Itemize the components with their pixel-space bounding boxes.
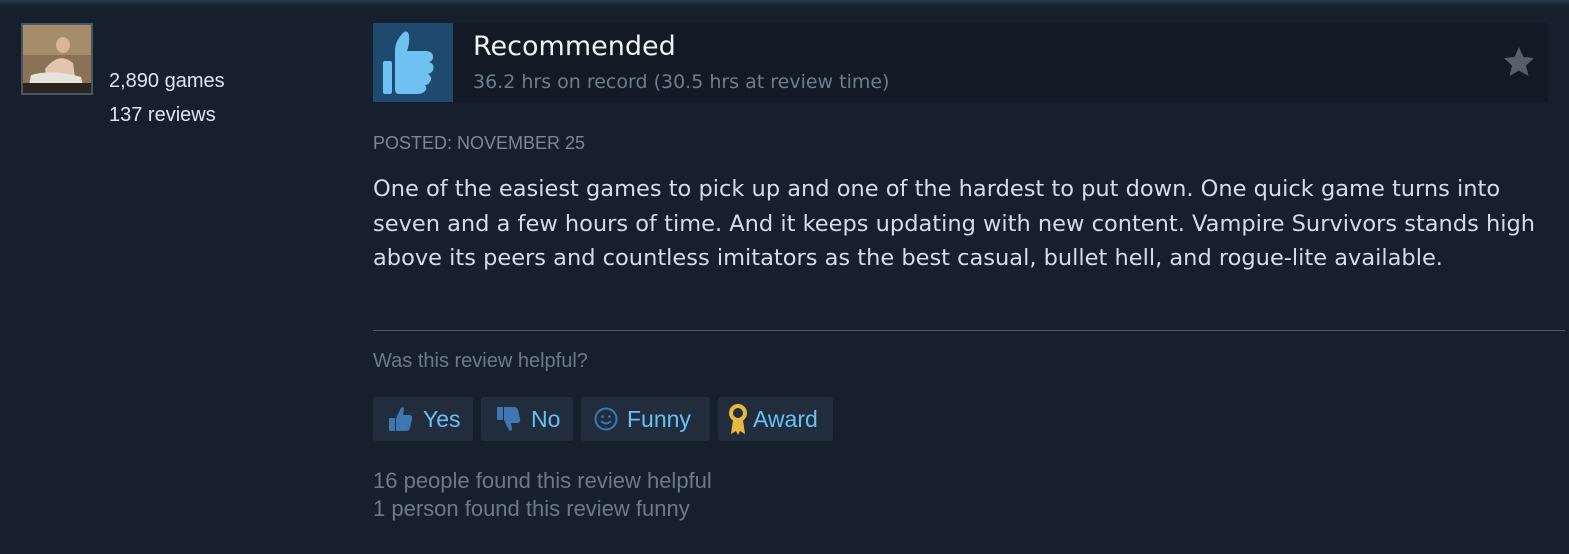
no-label: No: [531, 405, 561, 432]
review-header: Recommended 36.2 hrs on record (30.5 hrs…: [373, 23, 1548, 102]
no-button[interactable]: No: [481, 397, 573, 441]
avatar[interactable]: [21, 23, 93, 95]
hours-on-record: 36.2 hrs on record (30.5 hrs at review t…: [473, 71, 890, 93]
yes-label: Yes: [423, 405, 461, 432]
helpful-question: Was this review helpful?: [373, 350, 588, 372]
award-button[interactable]: Award: [718, 397, 833, 441]
top-rule: [0, 0, 1569, 8]
yes-button[interactable]: Yes: [373, 397, 473, 441]
divider: [373, 330, 1565, 331]
review-text: One of the easiest games to pick up and …: [373, 176, 1536, 271]
star-icon[interactable]: [1502, 45, 1536, 79]
games-count[interactable]: 2,890 games: [109, 70, 225, 93]
funny-button[interactable]: Funny: [581, 397, 710, 441]
posted-date: POSTED: NOVEMBER 25: [373, 133, 586, 153]
thumbs-up-icon: [383, 31, 434, 94]
thumbs-down-icon: [493, 404, 523, 434]
verdict-badge: [373, 23, 453, 102]
smiley-icon: [593, 406, 619, 432]
reviews-count[interactable]: 137 reviews: [109, 104, 216, 127]
thumbs-up-icon: [385, 404, 415, 434]
funny-count: 1 person found this review funny: [373, 496, 690, 521]
award-label: Award: [753, 405, 818, 432]
funny-label: Funny: [627, 405, 691, 432]
review-verdict[interactable]: Recommended: [473, 31, 676, 62]
award-ribbon-icon: [726, 402, 750, 436]
helpful-count: 16 people found this review helpful: [373, 468, 712, 493]
